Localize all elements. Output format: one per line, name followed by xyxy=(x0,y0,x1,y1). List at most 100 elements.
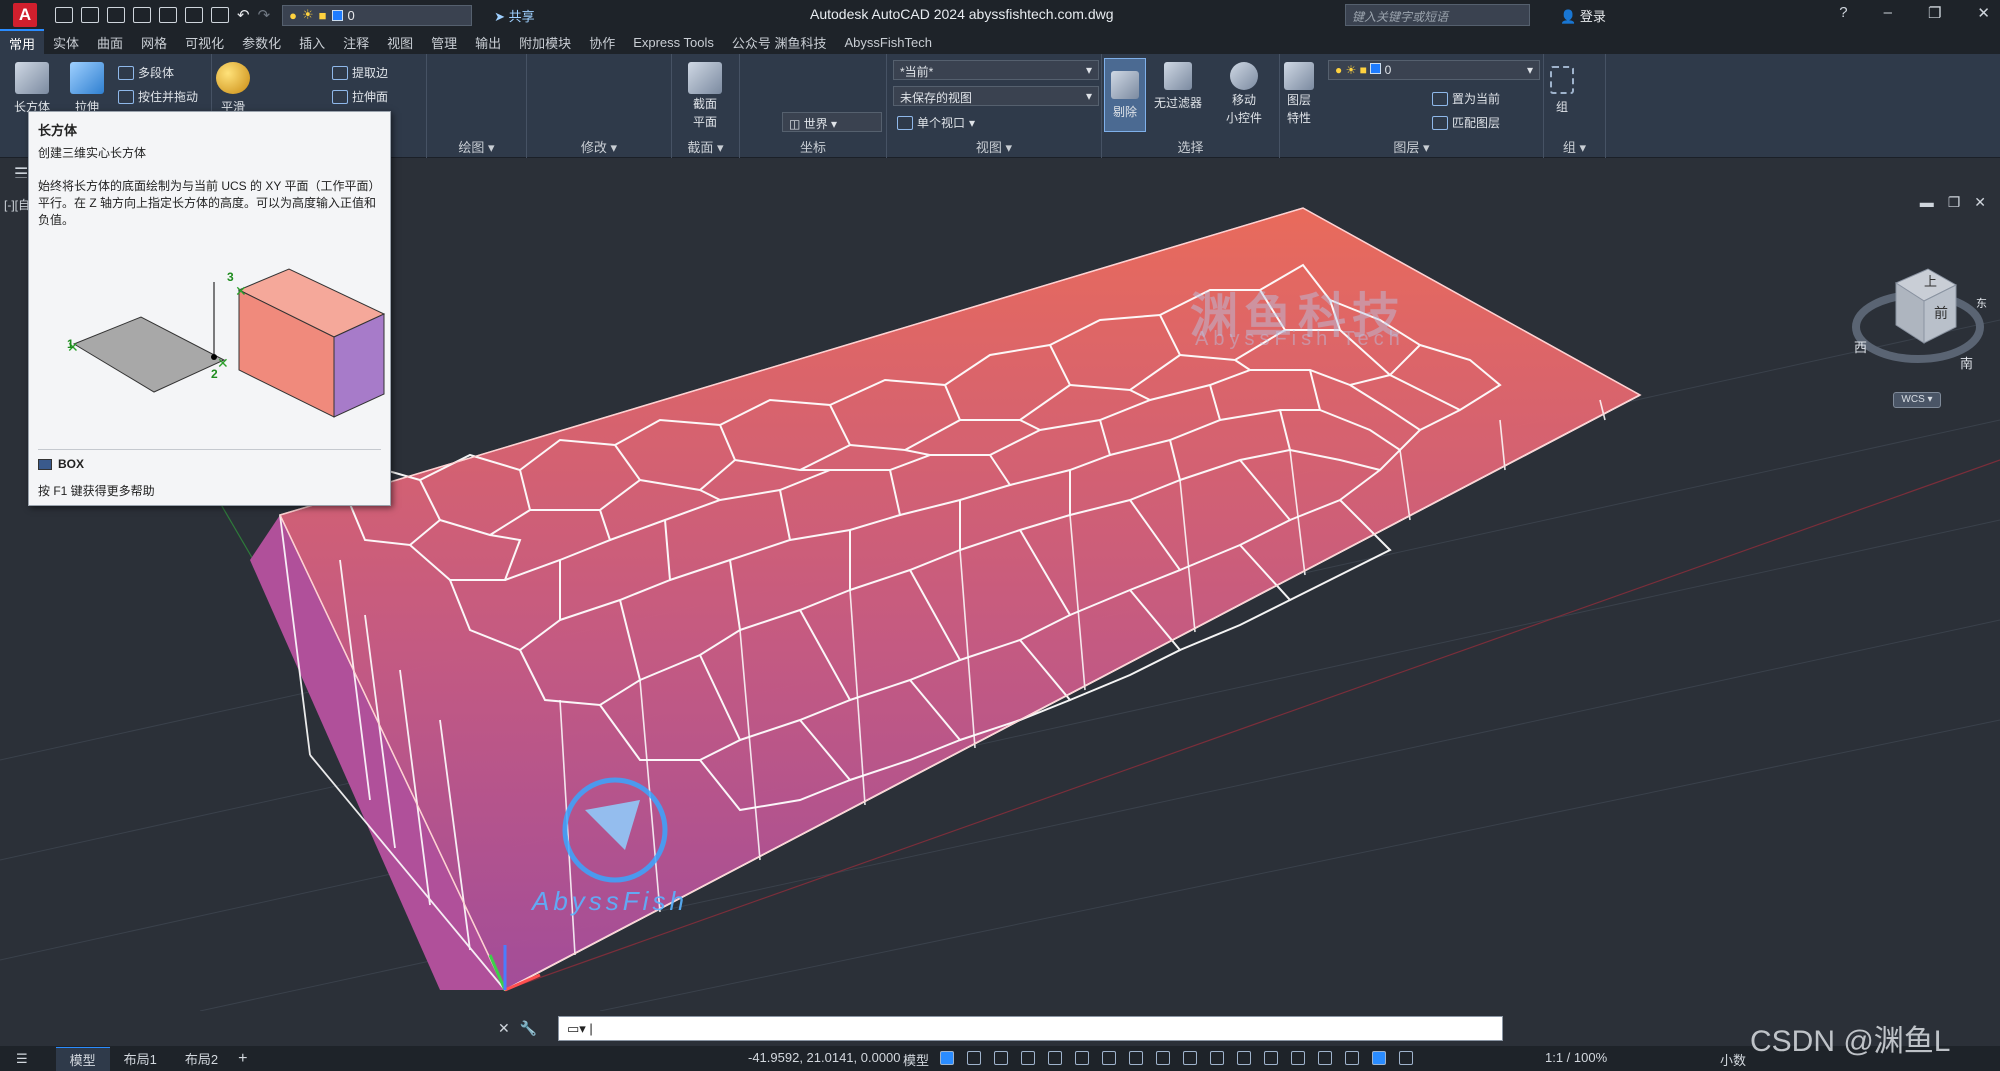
single-viewport-button[interactable]: 单个视口 ▾ xyxy=(897,114,975,131)
share-button[interactable]: ➤ 共享 xyxy=(494,6,535,25)
layers-panel-label[interactable]: 图层 ▾ xyxy=(1280,137,1543,156)
new-icon[interactable] xyxy=(55,7,73,23)
modify-panel-label[interactable]: 修改 ▾ xyxy=(527,137,671,156)
viewcube-top-label[interactable]: 上 xyxy=(1924,271,1937,290)
layout-tab-model[interactable]: 模型 xyxy=(55,1046,110,1071)
infer-constraints-icon[interactable] xyxy=(994,1051,1008,1065)
annotation-visibility-icon[interactable] xyxy=(1372,1051,1386,1065)
ribbon-tab[interactable]: 可视化 xyxy=(176,30,233,55)
set-current-button[interactable]: 置为当前 xyxy=(1432,90,1500,107)
smooth-button[interactable]: 平滑 xyxy=(216,62,250,115)
wcs-menu[interactable]: WCS ▾ xyxy=(1893,392,1941,408)
sign-in-button[interactable]: 👤 登录 xyxy=(1560,6,1606,25)
command-input[interactable]: ▭▾ | xyxy=(558,1016,1503,1041)
help-search-input[interactable]: 键入关键字或短语 xyxy=(1345,4,1530,26)
layer-dropdown[interactable]: ● ☀ ■ 0 ▾ xyxy=(1328,60,1540,80)
box-button[interactable]: 长方体 xyxy=(14,62,50,115)
redo-icon[interactable]: ↷ xyxy=(258,6,271,24)
extract-edges-button[interactable]: 提取边 xyxy=(332,64,388,81)
selection-filter-icon[interactable] xyxy=(1318,1051,1332,1065)
move-gizmo-button[interactable]: 移动 小控件 xyxy=(1226,62,1262,126)
close-command-line-icon[interactable]: ✕ xyxy=(498,1020,510,1037)
save-web-icon[interactable] xyxy=(185,7,203,23)
dynamic-input-icon[interactable] xyxy=(1021,1051,1035,1065)
group-button[interactable]: 组 xyxy=(1550,66,1574,115)
ribbon-tab[interactable]: 附加模块 xyxy=(510,30,580,55)
ribbon-tab[interactable]: 曲面 xyxy=(88,30,132,55)
open-web-icon[interactable] xyxy=(159,7,177,23)
close-button[interactable]: ✕ xyxy=(1977,4,1990,22)
plot-icon[interactable] xyxy=(211,7,229,23)
viewport-restore-button[interactable]: ❐ xyxy=(1948,194,1961,211)
viewcube-east-label[interactable]: 东 xyxy=(1976,295,1987,311)
extrude-button[interactable]: 拉伸 xyxy=(70,62,104,115)
object-snap-tracking-icon[interactable] xyxy=(1129,1051,1143,1065)
restore-button[interactable]: ❐ xyxy=(1928,4,1941,22)
save-icon[interactable] xyxy=(107,7,125,23)
ribbon-tab[interactable]: 插入 xyxy=(290,30,334,55)
polysolid-button[interactable]: 多段体 xyxy=(118,64,174,81)
match-layer-button[interactable]: 匹配图层 xyxy=(1432,114,1500,131)
auto-scale-icon[interactable] xyxy=(1399,1051,1413,1065)
ribbon-tab[interactable]: 输出 xyxy=(466,30,510,55)
lineweight-icon[interactable] xyxy=(1183,1051,1197,1065)
snap-toggle-icon[interactable] xyxy=(967,1051,981,1065)
groups-panel-label[interactable]: 组 ▾ xyxy=(1544,137,1605,156)
object-snap-icon[interactable] xyxy=(1156,1051,1170,1065)
no-filter-button[interactable]: 无过滤器 xyxy=(1154,62,1202,111)
viewport-close-button[interactable]: ✕ xyxy=(1974,194,1986,211)
grid-toggle-icon[interactable] xyxy=(940,1051,954,1065)
viewport-minimize-button[interactable]: ▬ xyxy=(1920,194,1934,211)
section-plane-button[interactable]: 截面 平面 xyxy=(688,62,722,130)
viewcube-west-label[interactable]: 西 xyxy=(1854,337,1867,356)
ribbon-tab[interactable]: Express Tools xyxy=(624,32,723,53)
ribbon-tab[interactable]: 网格 xyxy=(132,30,176,55)
quick-layer-dropdown[interactable]: ● ☀ ■ 0 xyxy=(282,4,473,26)
extrude-face-button[interactable]: 拉伸面 xyxy=(332,88,388,105)
ribbon-tab[interactable]: 实体 xyxy=(44,30,88,55)
named-view-dropdown[interactable]: 未保存的视图 ▾ xyxy=(893,86,1099,106)
annotation-scale[interactable]: 1:1 / 100% xyxy=(1545,1050,1607,1065)
transparency-icon[interactable] xyxy=(1210,1051,1224,1065)
app-logo[interactable]: A xyxy=(13,3,37,27)
polar-tracking-icon[interactable] xyxy=(1075,1051,1089,1065)
viewcube[interactable]: 上 前 西 南 东 xyxy=(1848,255,1988,375)
3d-osnap-icon[interactable] xyxy=(1264,1051,1278,1065)
isodraft-icon[interactable] xyxy=(1102,1051,1116,1065)
ribbon-tab[interactable]: 管理 xyxy=(422,30,466,55)
selection-cycling-icon[interactable] xyxy=(1237,1051,1251,1065)
cursor-coordinates[interactable]: -41.9592, 21.0141, 0.0000 xyxy=(748,1050,901,1065)
help-icon[interactable]: ? xyxy=(1839,4,1847,22)
ribbon-tab[interactable]: 参数化 xyxy=(233,30,290,55)
layout-tab-2[interactable]: 布局2 xyxy=(171,1047,232,1070)
dynamic-ucs-icon[interactable] xyxy=(1291,1051,1305,1065)
ribbon-tab[interactable]: 协作 xyxy=(580,30,624,55)
layout-tab-1[interactable]: 布局1 xyxy=(110,1047,171,1070)
ortho-icon[interactable] xyxy=(1048,1051,1062,1065)
open-icon[interactable] xyxy=(81,7,99,23)
save-as-icon[interactable] xyxy=(133,7,151,23)
layer-properties-button[interactable]: 图层 特性 xyxy=(1284,62,1314,126)
ribbon-tab[interactable]: 注释 xyxy=(334,30,378,55)
gizmo-toggle-icon[interactable] xyxy=(1345,1051,1359,1065)
viewcube-south-label[interactable]: 南 xyxy=(1960,353,1973,372)
presspull-button[interactable]: 按住并拖动 xyxy=(118,88,198,105)
view-panel-label[interactable]: 视图 ▾ xyxy=(887,137,1101,156)
ribbon-tab[interactable]: AbyssFishTech xyxy=(836,32,941,53)
draw-panel-label[interactable]: 绘图 ▾ xyxy=(427,137,526,156)
minimize-button[interactable]: – xyxy=(1884,4,1892,22)
culling-button[interactable]: 剔除 xyxy=(1104,58,1146,132)
ribbon-tab[interactable]: 公众号 渊鱼科技 xyxy=(723,30,836,55)
ribbon-tab[interactable]: 视图 xyxy=(378,30,422,55)
undo-icon[interactable]: ↶ xyxy=(237,6,250,24)
model-space-toggle[interactable]: 模型 xyxy=(903,1050,929,1069)
status-menu-icon[interactable]: ☰ xyxy=(16,1051,28,1067)
viewcube-front-label[interactable]: 前 xyxy=(1934,303,1948,323)
add-layout-icon[interactable]: + xyxy=(238,1050,247,1068)
customize-wrench-icon[interactable]: 🔧 xyxy=(520,1020,537,1037)
ribbon-tab[interactable]: 常用 xyxy=(0,28,45,56)
units-display[interactable]: 小数 xyxy=(1720,1050,1746,1069)
visual-style-dropdown[interactable]: *当前* ▾ xyxy=(893,60,1099,80)
section-panel-label[interactable]: 截面 ▾ xyxy=(672,137,739,156)
ucs-dropdown[interactable]: ◫ 世界 ▾ xyxy=(782,112,882,132)
